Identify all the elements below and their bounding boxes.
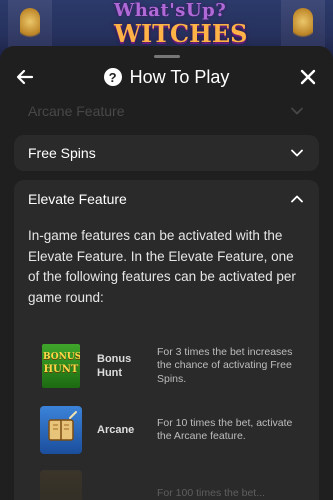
sheet-content[interactable]: Arcane Feature Free Spins Elevate Featur… bbox=[0, 98, 333, 500]
close-icon bbox=[300, 69, 316, 85]
list-item: For 100 times the bet... bbox=[28, 463, 305, 500]
elevate-description: In-game features can be activated with t… bbox=[28, 228, 296, 305]
accordion-header[interactable]: Elevate Feature bbox=[14, 184, 319, 214]
list-item: BONUS HUNT Bonus Hunt For 3 times the be… bbox=[28, 335, 305, 397]
accordion-elevate-feature: Elevate Feature In-game features can be … bbox=[14, 180, 319, 500]
bonus-hunt-icon: BONUS HUNT bbox=[40, 342, 82, 390]
close-button[interactable] bbox=[297, 66, 319, 88]
accordion-label: Elevate Feature bbox=[28, 191, 127, 207]
chevron-down-icon bbox=[291, 107, 303, 115]
page-title: How To Play bbox=[129, 66, 230, 87]
accordion-label: Free Spins bbox=[28, 145, 96, 161]
feature-description: For 10 times the bet, activate the Arcan… bbox=[157, 416, 293, 443]
feature-name: Bonus Hunt bbox=[97, 353, 132, 379]
feature-name: Arcane bbox=[97, 424, 135, 436]
sheet-header: ? How To Play bbox=[0, 60, 333, 94]
elevate-feature-list: BONUS HUNT Bonus Hunt For 3 times the be… bbox=[28, 335, 305, 500]
how-to-play-sheet: ? How To Play Arcane Feature Free Spins bbox=[0, 46, 333, 500]
feature-description: For 100 times the bet... bbox=[157, 487, 265, 500]
accordion-free-spins[interactable]: Free Spins bbox=[14, 135, 319, 171]
sheet-grabber[interactable] bbox=[154, 55, 180, 58]
list-item: Arcane For 10 times the bet, activate th… bbox=[28, 399, 305, 461]
game-logo-line1: What'sUp? bbox=[114, 0, 227, 21]
chevron-up-icon bbox=[291, 195, 303, 203]
arcane-book-icon bbox=[40, 406, 82, 454]
game-logo: What'sUp? WITCHES bbox=[114, 0, 248, 52]
game-logo-line2: WITCHES bbox=[114, 19, 248, 48]
thumb-text-line1: BONUS bbox=[43, 352, 82, 362]
accordion-header[interactable]: Free Spins bbox=[14, 135, 319, 171]
thumb-text-line2: HUNT bbox=[43, 364, 79, 375]
chevron-down-icon bbox=[291, 149, 303, 157]
accordion-arcane-feature[interactable]: Arcane Feature bbox=[14, 98, 319, 124]
feature-thumb-icon bbox=[40, 470, 82, 500]
feature-description: For 3 times the bet increases the chance… bbox=[157, 345, 293, 385]
accordion-label: Arcane Feature bbox=[28, 103, 125, 119]
help-circle-icon: ? bbox=[103, 68, 122, 86]
